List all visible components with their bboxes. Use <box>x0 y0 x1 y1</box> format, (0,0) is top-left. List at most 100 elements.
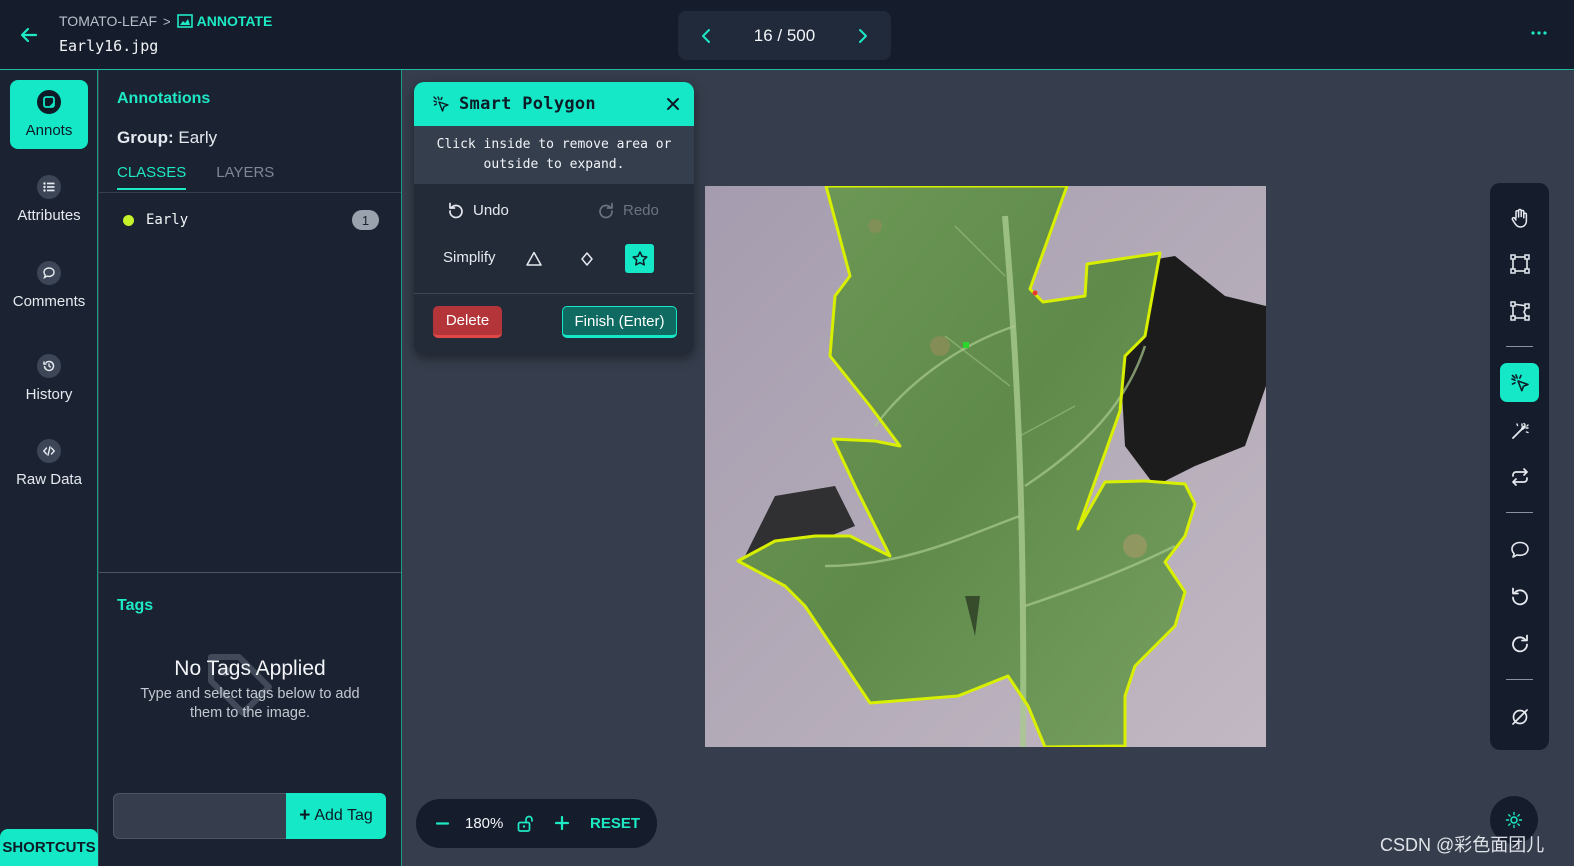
bounding-box-tool[interactable] <box>1500 244 1539 283</box>
close-icon[interactable] <box>666 97 680 111</box>
smart-polygon-panel: Smart Polygon Click inside to remove are… <box>414 82 694 354</box>
breadcrumb-current: ANNOTATE <box>176 13 273 29</box>
rail-item-label: Raw Data <box>16 471 82 488</box>
magic-wand-tool[interactable] <box>1500 411 1539 450</box>
tabs-divider <box>99 192 401 193</box>
rail-item-comments[interactable]: Comments <box>10 251 88 320</box>
zoom-out-icon[interactable] <box>435 816 450 831</box>
null-tool[interactable] <box>1500 697 1539 736</box>
class-color-dot <box>123 214 134 226</box>
back-arrow-icon[interactable] <box>18 24 40 46</box>
history-controls: Undo Redo <box>414 184 694 238</box>
shortcuts-button[interactable]: SHORTCUTS <box>0 829 98 866</box>
null-icon <box>1511 708 1528 725</box>
smart-polygon-header: Smart Polygon <box>414 82 694 126</box>
smart-polygon-title: Smart Polygon <box>459 94 596 114</box>
comment-icon <box>1510 541 1529 558</box>
smart-polygon-icon <box>1510 373 1529 391</box>
tags-title: Tags <box>117 597 154 614</box>
simplify-option-star[interactable] <box>625 244 654 273</box>
rail-item-label: History <box>25 386 73 403</box>
panel-divider <box>99 572 401 573</box>
redo-label: Redo <box>623 201 659 219</box>
breadcrumb-project[interactable]: TOMATO-LEAF <box>59 13 157 29</box>
image-annotate-icon <box>176 14 193 28</box>
annotated-image[interactable] <box>705 186 1266 747</box>
comment-tool[interactable] <box>1500 530 1539 569</box>
undo-button[interactable]: Undo <box>447 201 509 219</box>
rail-item-attributes[interactable]: Attributes <box>10 165 88 234</box>
smart-polygon-icon <box>433 96 449 112</box>
class-count-badge: 1 <box>352 210 379 230</box>
class-row[interactable]: Early 1 <box>117 208 379 232</box>
repeat-icon <box>1511 467 1528 486</box>
next-image-icon[interactable] <box>853 27 871 45</box>
zoom-reset-button[interactable]: RESET <box>590 815 640 832</box>
undo-icon <box>449 202 463 219</box>
star-icon <box>631 250 648 266</box>
hand-tool[interactable] <box>1500 198 1539 237</box>
left-rail: Annots Attributes Comments History Raw D… <box>0 70 98 866</box>
rail-item-label: Attributes <box>17 207 81 224</box>
finish-button[interactable]: Finish (Enter) <box>562 306 677 338</box>
undo-tool[interactable] <box>1500 576 1539 615</box>
undo-icon <box>1511 587 1528 605</box>
polygon-tool[interactable] <box>1500 291 1539 330</box>
group-value: Early <box>178 128 218 147</box>
no-tags-description: Type and select tags below to add them t… <box>140 686 360 721</box>
polygon-icon <box>1509 300 1530 321</box>
tab-classes[interactable]: CLASSES <box>117 164 187 190</box>
add-tag-label: Add Tag <box>314 807 373 824</box>
rail-item-label: Comments <box>12 293 86 310</box>
rail-item-label: Annots <box>25 122 73 139</box>
class-name: Early <box>146 212 189 228</box>
undo-label: Undo <box>473 201 509 219</box>
unlock-icon[interactable] <box>516 814 535 833</box>
more-options-icon[interactable] <box>1530 26 1548 40</box>
zoom-bar: 180% RESET <box>416 799 657 848</box>
rail-item-annots[interactable]: Annots <box>10 80 88 149</box>
toolbar-separator <box>1506 512 1533 513</box>
delete-button[interactable]: Delete <box>433 306 502 338</box>
toolbar-separator <box>1506 679 1533 680</box>
redo-icon <box>599 202 613 219</box>
smart-polygon-hint: Click inside to remove area or outside t… <box>414 126 694 184</box>
simplify-label: Simplify <box>443 249 496 266</box>
smart-polygon-tool[interactable] <box>1500 363 1539 402</box>
rail-item-raw-data[interactable]: Raw Data <box>10 429 88 498</box>
tool-toolbar <box>1490 183 1549 750</box>
sun-icon <box>1505 811 1523 829</box>
zoom-in-icon[interactable] <box>554 815 570 831</box>
redo-tool[interactable] <box>1500 623 1539 662</box>
redo-icon <box>1511 634 1528 652</box>
comment-icon <box>37 261 61 285</box>
tab-layers[interactable]: LAYERS <box>216 164 274 190</box>
group-line: Group: Early <box>117 128 217 148</box>
triangle-icon <box>525 251 542 266</box>
plus-icon: + <box>299 805 311 826</box>
simplify-option-triangle[interactable] <box>519 244 548 273</box>
pager-position: 16 / 500 <box>753 25 816 45</box>
repeat-tool[interactable] <box>1500 457 1539 496</box>
panel-title: Annotations <box>117 90 211 107</box>
breadcrumb-current-label: ANNOTATE <box>196 13 273 29</box>
tag-input[interactable] <box>113 793 287 839</box>
simplify-option-diamond[interactable] <box>572 244 601 273</box>
magic-wand-icon <box>1511 422 1529 439</box>
redo-button[interactable]: Redo <box>597 201 659 219</box>
diamond-icon <box>580 251 593 266</box>
breadcrumb: TOMATO-LEAF > ANNOTATE <box>59 13 272 29</box>
group-label: Group: <box>117 128 174 147</box>
panel-tabs: CLASSES LAYERS <box>117 164 274 190</box>
image-pager: 16 / 500 <box>678 11 891 60</box>
rail-item-history[interactable]: History <box>10 344 88 413</box>
file-name: Early16.jpg <box>59 37 159 55</box>
zoom-level: 180% <box>465 815 504 832</box>
add-tag-button[interactable]: + Add Tag <box>286 793 386 839</box>
previous-image-icon[interactable] <box>698 27 716 45</box>
watermark: CSDN @彩色面团儿 <box>1380 835 1545 855</box>
no-tags-heading: No Tags Applied <box>174 657 326 680</box>
history-icon <box>37 354 61 378</box>
top-bar: TOMATO-LEAF > ANNOTATE Early16.jpg 16 / … <box>0 0 1574 70</box>
bounding-box-icon <box>1509 253 1530 274</box>
